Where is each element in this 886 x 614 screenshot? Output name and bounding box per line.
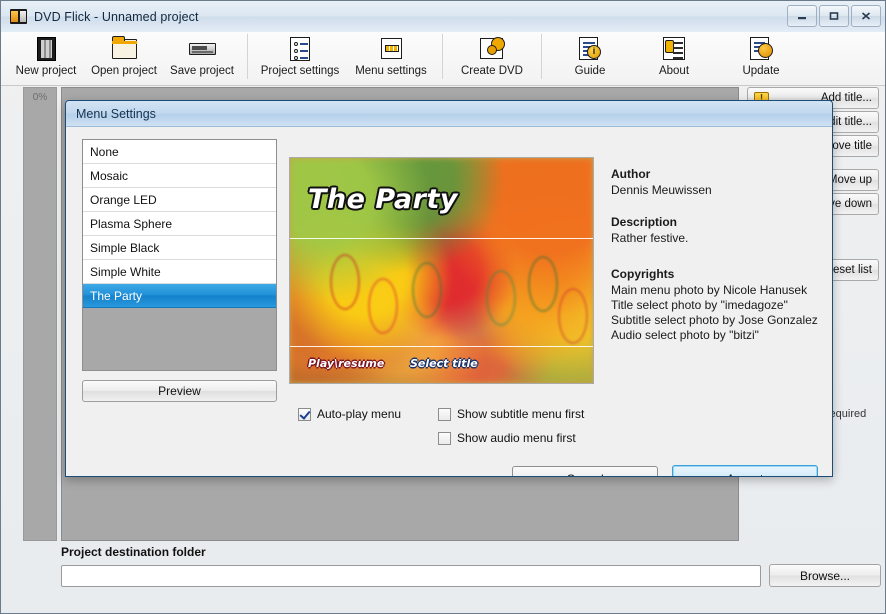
show-audio-menu-first-checkbox[interactable]: Show audio menu first bbox=[438, 431, 576, 445]
list-item[interactable]: Orange LED bbox=[83, 188, 276, 212]
folder-open-icon bbox=[109, 36, 139, 62]
toolbar-label: About bbox=[659, 65, 689, 77]
accept-button[interactable]: Accept bbox=[672, 465, 818, 477]
menu-preview-image: The Party Play\resume Select title bbox=[289, 157, 594, 384]
template-name: Simple White bbox=[90, 265, 161, 279]
dialog-body: None Mosaic Orange LED Plasma Sphere Sim… bbox=[66, 127, 832, 477]
template-name: The Party bbox=[90, 289, 142, 303]
toolbar-update[interactable]: Update bbox=[716, 32, 806, 85]
toolbar-label: Menu settings bbox=[355, 65, 427, 77]
document-refresh-icon bbox=[746, 36, 776, 62]
toolbar-label: New project bbox=[16, 65, 77, 77]
toolbar-separator bbox=[442, 34, 443, 79]
list-item[interactable]: Simple White bbox=[83, 260, 276, 284]
template-name: Mosaic bbox=[90, 169, 128, 183]
copyright-line: Title select photo by "imedagoze" bbox=[611, 298, 821, 313]
list-item[interactable]: Plasma Sphere bbox=[83, 212, 276, 236]
checkbox-label: Auto-play menu bbox=[317, 407, 401, 421]
toolbar-guide[interactable]: i Guide bbox=[548, 32, 632, 85]
checkbox-label: Show audio menu first bbox=[457, 431, 576, 445]
window-controls bbox=[787, 5, 881, 27]
preview-title-text: The Party bbox=[308, 184, 458, 215]
progress-percent-label: 0% bbox=[24, 92, 56, 103]
toolbar-save-project[interactable]: Save project bbox=[163, 32, 241, 85]
template-name: Plasma Sphere bbox=[90, 217, 172, 231]
preview-button[interactable]: Preview bbox=[82, 380, 277, 402]
copyright-line: Subtitle select photo by Jose Gonzalez bbox=[611, 313, 821, 328]
document-info-icon: i bbox=[575, 36, 605, 62]
author-header: Author bbox=[611, 167, 821, 181]
destination-folder-section: Project destination folder Browse... bbox=[61, 545, 881, 607]
toolbar-separator bbox=[247, 34, 248, 79]
cancel-button[interactable]: Cancel bbox=[512, 466, 658, 477]
copyright-line: Audio select photo by "bitzi" bbox=[611, 328, 821, 343]
menu-bar-icon bbox=[376, 36, 406, 62]
dialog-title-bar: Menu Settings bbox=[66, 101, 832, 127]
copyrights-header: Copyrights bbox=[611, 267, 821, 281]
toolbar-new-project[interactable]: New project bbox=[7, 32, 85, 85]
dialog-title: Menu Settings bbox=[76, 107, 156, 121]
checkbox-box[interactable] bbox=[438, 408, 451, 421]
checkbox-label: Show subtitle menu first bbox=[457, 407, 584, 421]
film-strip-icon bbox=[31, 36, 61, 62]
checkbox-box[interactable] bbox=[438, 432, 451, 445]
description-header: Description bbox=[611, 215, 821, 229]
preview-divider-bottom bbox=[290, 346, 593, 347]
list-item[interactable]: Simple Black bbox=[83, 236, 276, 260]
toolbar-label: Save project bbox=[170, 65, 234, 77]
list-item[interactable]: None bbox=[83, 140, 276, 164]
auto-play-menu-checkbox[interactable]: Auto-play menu bbox=[298, 407, 401, 421]
template-info-panel: Author Dennis Meuwissen Description Rath… bbox=[611, 167, 821, 343]
toolbar-label: Open project bbox=[91, 65, 157, 77]
minimize-button[interactable] bbox=[787, 5, 817, 27]
preview-select-title-item: Select title bbox=[410, 357, 478, 370]
toolbar-project-settings[interactable]: Project settings bbox=[254, 32, 346, 85]
application-window: DVD Flick - Unnamed project New project … bbox=[0, 0, 886, 614]
template-name: None bbox=[90, 145, 119, 159]
template-name: Simple Black bbox=[90, 241, 159, 255]
destination-label: Project destination folder bbox=[61, 545, 881, 559]
template-name: Orange LED bbox=[90, 193, 157, 207]
document-question-icon bbox=[659, 36, 689, 62]
encoding-progress-bar: 0% bbox=[23, 87, 57, 541]
list-item-selected[interactable]: The Party bbox=[83, 284, 276, 308]
toolbar-create-dvd[interactable]: Create DVD bbox=[449, 32, 535, 85]
window-title: DVD Flick - Unnamed project bbox=[34, 10, 199, 24]
main-toolbar: New project Open project Save project Pr… bbox=[1, 32, 885, 86]
toolbar-about[interactable]: About bbox=[632, 32, 716, 85]
close-button[interactable] bbox=[851, 5, 881, 27]
toolbar-label: Guide bbox=[575, 65, 606, 77]
browse-button[interactable]: Browse... bbox=[769, 564, 881, 587]
toolbar-label: Project settings bbox=[261, 65, 340, 77]
save-disk-icon bbox=[187, 36, 217, 62]
description-value: Rather festive. bbox=[611, 231, 821, 245]
list-item[interactable]: Mosaic bbox=[83, 164, 276, 188]
toolbar-label: Create DVD bbox=[461, 65, 523, 77]
destination-input[interactable] bbox=[61, 565, 761, 587]
toolbar-label: Update bbox=[742, 65, 779, 77]
toolbar-separator bbox=[541, 34, 542, 79]
preview-divider-top bbox=[290, 238, 593, 239]
window-title-bar: DVD Flick - Unnamed project bbox=[1, 1, 885, 33]
author-value: Dennis Meuwissen bbox=[611, 183, 821, 197]
copyright-line: Main menu photo by Nicole Hanusek bbox=[611, 283, 821, 298]
toolbar-open-project[interactable]: Open project bbox=[85, 32, 163, 85]
preview-play-item: Play\resume bbox=[308, 357, 384, 370]
button-label: Move up bbox=[828, 174, 872, 186]
maximize-button[interactable] bbox=[819, 5, 849, 27]
gears-disc-icon bbox=[477, 36, 507, 62]
menu-template-list[interactable]: None Mosaic Orange LED Plasma Sphere Sim… bbox=[82, 139, 277, 371]
checkbox-box[interactable] bbox=[298, 408, 311, 421]
show-subtitle-menu-first-checkbox[interactable]: Show subtitle menu first bbox=[438, 407, 584, 421]
menu-settings-dialog: Menu Settings None Mosaic Orange LED Pla… bbox=[65, 100, 833, 477]
document-settings-icon bbox=[285, 36, 315, 62]
dvdflick-icon bbox=[10, 9, 27, 24]
toolbar-menu-settings[interactable]: Menu settings bbox=[346, 32, 436, 85]
destination-row: Browse... bbox=[61, 564, 881, 587]
